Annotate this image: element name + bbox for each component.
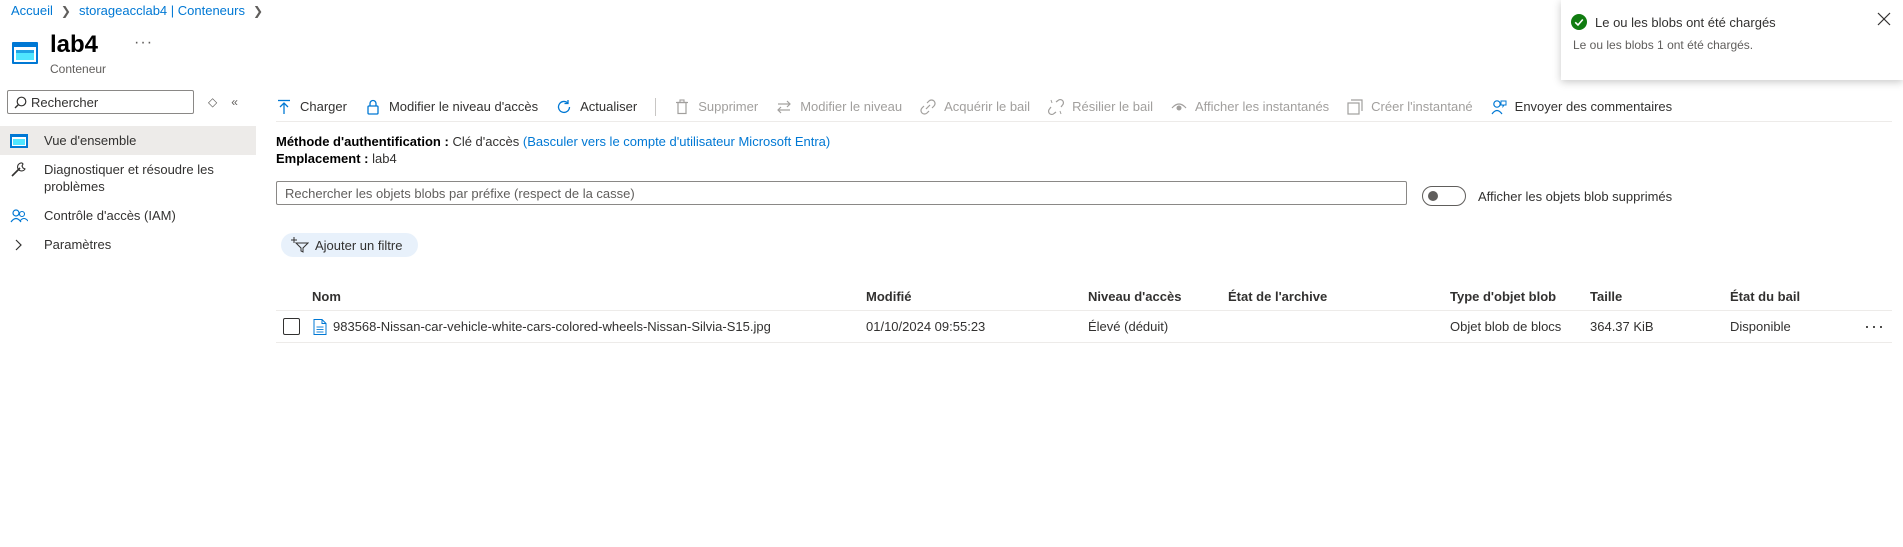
chevron-right-icon <box>15 239 22 251</box>
blob-modified: 01/10/2024 09:55:23 <box>866 319 986 334</box>
show-deleted-blobs: Afficher les objets blob supprimés <box>1422 186 1672 206</box>
notification-toast: Le ou les blobs ont été chargés Le ou le… <box>1561 0 1903 80</box>
lock-icon <box>367 99 379 115</box>
column-header-blob-type[interactable]: Type d'objet blob <box>1450 283 1556 310</box>
column-header-modified[interactable]: Modifié <box>866 283 912 310</box>
file-icon <box>313 318 327 335</box>
container-icon <box>12 42 38 64</box>
notification-title: Le ou les blobs ont été chargés <box>1595 14 1776 30</box>
sidebar-item-label: Diagnostiquer et résoudre les problèmes <box>44 162 214 194</box>
more-options-button[interactable]: ··· <box>134 34 153 52</box>
success-check-icon <box>1571 14 1587 30</box>
breadcrumb-storage-containers[interactable]: storageacclab4 | Conteneurs <box>79 3 245 18</box>
delete-button[interactable]: Supprimer <box>674 98 758 115</box>
acquire-lease-button[interactable]: Acquérir le bail <box>920 98 1030 115</box>
blob-access-tier: Élevé (déduit) <box>1088 319 1169 334</box>
blob-prefix-search-input[interactable] <box>276 181 1407 205</box>
change-tier-button[interactable]: Modifier le niveau <box>776 99 902 115</box>
column-header-archive-status[interactable]: État de l'archive <box>1228 283 1327 310</box>
command-divider <box>655 97 657 116</box>
collapse-sidebar-icon[interactable]: « <box>231 95 238 109</box>
column-header-size[interactable]: Taille <box>1590 283 1622 310</box>
sidebar-item-overview[interactable]: Vue d'ensemble <box>0 126 256 155</box>
column-header-name[interactable]: Nom <box>312 283 341 310</box>
add-filter-icon <box>291 237 309 253</box>
sidebar-item-label: Paramètres <box>44 237 112 252</box>
switch-to-entra-link[interactable]: (Basculer vers le compte d'utilisateur M… <box>523 134 830 149</box>
row-select-checkbox[interactable] <box>283 318 300 335</box>
link-icon <box>920 98 936 115</box>
view-snapshots-button[interactable]: Afficher les instantanés <box>1171 99 1329 115</box>
blob-size: 364.37 KiB <box>1590 319 1654 334</box>
location-value: lab4 <box>372 151 397 166</box>
show-deleted-blobs-label: Afficher les objets blob supprimés <box>1478 188 1673 204</box>
wrench-icon <box>11 162 26 177</box>
sidebar-item-label: Vue d'ensemble <box>44 133 137 148</box>
eye-icon <box>1171 102 1187 110</box>
create-snapshot-button[interactable]: Créer l'instantané <box>1347 98 1473 115</box>
sidebar-search-input[interactable] <box>31 94 181 110</box>
add-filter-button[interactable]: Ajouter un filtre <box>281 233 419 257</box>
broken-link-icon <box>1048 98 1065 115</box>
sidebar-item-label: Contrôle d'accès (IAM) <box>44 208 176 223</box>
breadcrumb: Accueil ❯ storageacclab4 | Conteneurs ❯ <box>11 3 263 18</box>
chevron-right-icon: ❯ <box>60 3 71 18</box>
table-header: Nom Modifié Niveau d'accès État de l'arc… <box>276 283 1892 311</box>
table-row[interactable]: 983568-Nissan-car-vehicle-white-cars-col… <box>276 311 1892 343</box>
sidebar: ◇ « Vue d'ensemble Diagnostiquer et réso… <box>0 90 256 259</box>
container-icon <box>10 134 28 148</box>
blob-lease-state: Disponible <box>1730 319 1791 334</box>
page-title: lab4 <box>50 31 99 58</box>
page-subtitle: Conteneur <box>50 62 107 76</box>
sidebar-item-diagnose[interactable]: Diagnostiquer et résoudre les problèmes <box>0 155 256 201</box>
column-header-lease-state[interactable]: État du bail <box>1730 283 1800 310</box>
trash-icon <box>676 98 689 114</box>
swap-arrows-icon <box>777 100 792 113</box>
show-deleted-blobs-toggle[interactable] <box>1422 186 1466 206</box>
expand-collapse-icon[interactable]: ◇ <box>208 95 217 109</box>
search-icon <box>14 96 27 108</box>
sidebar-item-iam[interactable]: Contrôle d'accès (IAM) <box>0 201 256 230</box>
command-bar: Charger Modifier le niveau d'accès Actua… <box>276 92 1892 122</box>
sidebar-item-settings[interactable]: Paramètres <box>0 230 256 259</box>
location-label: Emplacement : <box>276 151 369 166</box>
break-lease-button[interactable]: Résilier le bail <box>1048 98 1153 115</box>
snapshot-icon <box>1347 98 1363 115</box>
people-icon <box>10 209 28 223</box>
container-info: Méthode d'authentification : Clé d'accès… <box>276 133 830 167</box>
upload-button[interactable]: Charger <box>276 99 347 115</box>
auth-method-label: Méthode d'authentification : <box>276 134 449 149</box>
refresh-button[interactable]: Actualiser <box>556 99 637 115</box>
page-header: lab4 Conteneur ··· <box>12 30 153 76</box>
sidebar-search <box>7 90 194 114</box>
blob-type: Objet blob de blocs <box>1450 319 1562 334</box>
blob-name[interactable]: 983568-Nissan-car-vehicle-white-cars-col… <box>333 319 771 334</box>
notification-body: Le ou les blobs 1 ont été chargés. <box>1573 38 1754 52</box>
send-feedback-button[interactable]: Envoyer des commentaires <box>1491 99 1672 115</box>
row-more-options-button[interactable]: ··· <box>1864 311 1885 342</box>
auth-method-value: Clé d'accès <box>452 134 520 149</box>
close-icon[interactable] <box>1877 12 1891 26</box>
breadcrumb-home[interactable]: Accueil <box>11 3 53 18</box>
change-access-level-button[interactable]: Modifier le niveau d'accès <box>365 99 538 115</box>
upload-icon <box>278 99 290 114</box>
blob-table: Nom Modifié Niveau d'accès État de l'arc… <box>276 283 1892 343</box>
column-header-access-tier[interactable]: Niveau d'accès <box>1088 283 1181 310</box>
feedback-person-icon <box>1491 99 1507 114</box>
refresh-icon <box>558 99 571 113</box>
chevron-right-icon: ❯ <box>252 3 264 18</box>
